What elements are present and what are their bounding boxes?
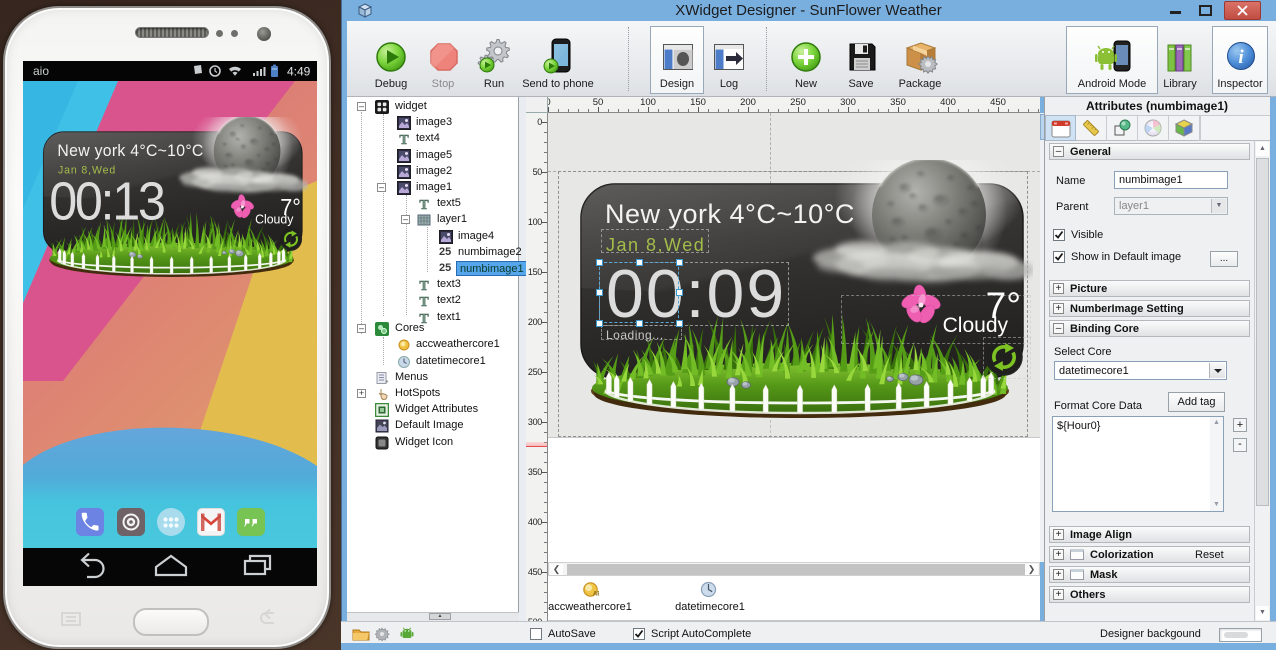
svg-text:4:49: 4:49	[287, 65, 311, 79]
svg-text:T: T	[419, 295, 429, 308]
svg-text:T: T	[419, 198, 429, 211]
svg-text:00:13: 00:13	[49, 171, 164, 231]
svg-text:AE: AE	[593, 592, 599, 598]
svg-text:i: i	[1238, 47, 1244, 68]
svg-text:T: T	[419, 279, 429, 292]
svg-text:T: T	[399, 133, 409, 146]
